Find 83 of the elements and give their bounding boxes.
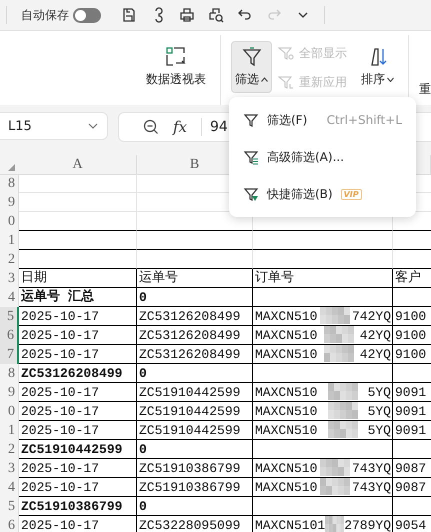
table-cell: 2025-10-17 — [19, 459, 137, 478]
group-total-cell: 0 — [137, 288, 253, 307]
group-total-cell: 0 — [137, 364, 253, 383]
column-title: 日期 — [19, 269, 137, 288]
menu-item[interactable]: 快捷筛选(B) VIP — [229, 176, 416, 212]
row-header[interactable]: 8 — [0, 364, 19, 383]
table-cell: MAXCN510 42YQ — [253, 326, 393, 345]
table-cell: 9091 — [393, 421, 431, 440]
row-header[interactable]: 1 — [0, 231, 19, 250]
group-total-cell: ZC53126208499 — [19, 364, 137, 383]
table-cell: ZC51910442599 — [137, 421, 253, 440]
row-header[interactable]: 6 — [0, 326, 19, 345]
table-cell: 2025-10-17 — [19, 326, 137, 345]
table-cell: 2025-10-17 — [19, 421, 137, 440]
table-cell: MAXCN510 42YQ — [253, 345, 393, 364]
vip-badge: VIP — [340, 188, 362, 200]
name-box[interactable]: L15 — [0, 112, 108, 140]
shortcut-label: Ctrl+Shift+L — [326, 113, 402, 127]
row-header[interactable]: 5 — [0, 307, 19, 326]
menu-item-label: 高级筛选(A)... — [267, 148, 344, 166]
fx-label[interactable]: fx — [173, 118, 188, 136]
table-cell: 9054 — [393, 516, 431, 532]
table-cell: MAXCN510 743YQ — [253, 478, 393, 497]
row-header[interactable]: 4 — [0, 478, 19, 497]
row-header[interactable]: 3 — [0, 459, 19, 478]
group-total-cell: ZC51910442599 — [19, 440, 137, 459]
table-cell: ZC51910442599 — [137, 383, 253, 402]
row-header[interactable]: 5 — [0, 497, 19, 516]
table-cell: ZC51910386799 — [137, 459, 253, 478]
group-total-cell: 0 — [137, 497, 253, 516]
table-cell: MAXCN510 742YQ — [253, 307, 393, 326]
table-cell: 2025-10-17 — [19, 345, 137, 364]
group-total-cell: 运单号 汇总 — [19, 288, 137, 307]
table-cell: 9100 — [393, 345, 431, 364]
row-header[interactable]: 2 — [0, 440, 19, 459]
column-title: 运单号 — [137, 269, 253, 288]
row-header[interactable]: 3 — [0, 269, 19, 288]
group-total-cell: ZC51910386799 — [19, 497, 137, 516]
table-cell: 2025-10-17 — [19, 402, 137, 421]
ribbon-label: 重 — [419, 81, 431, 98]
table-cell: MAXCN5101 2789YQ — [253, 516, 393, 532]
table-cell: MAXCN510 5YQ — [253, 421, 393, 440]
row-header[interactable]: 8 — [0, 174, 19, 193]
group-total-cell: 0 — [137, 440, 253, 459]
filter-button[interactable]: 筛选 — [231, 41, 272, 93]
column-title: 客户 — [393, 269, 431, 288]
sort-button[interactable]: 排序 — [357, 41, 398, 93]
autosave-label: 自动保存 — [21, 6, 69, 24]
column-header[interactable]: A — [19, 155, 137, 175]
table-cell: 9087 — [393, 459, 431, 478]
pivot-table-button[interactable]: 数据透视表 — [142, 41, 210, 93]
table-cell: 9091 — [393, 383, 431, 402]
table-cell: MAXCN510 743YQ — [253, 459, 393, 478]
table-cell: MAXCN510 5YQ — [253, 402, 393, 421]
table-cell: ZC53126208499 — [137, 326, 253, 345]
table-cell: 2025-10-17 — [19, 478, 137, 497]
table-cell: 9100 — [393, 307, 431, 326]
table-cell: 9100 — [393, 326, 431, 345]
menu-item-label: 快捷筛选(B) — [267, 186, 333, 202]
table-cell: 2025-10-17 — [19, 307, 137, 326]
table-cell: ZC53126208499 — [137, 345, 253, 364]
menu-item[interactable]: 筛选(F) Ctrl+Shift+L — [229, 102, 416, 138]
table-cell: ZC51910442599 — [137, 402, 253, 421]
row-header[interactable]: 1 — [0, 421, 19, 440]
table-cell: MAXCN510 5YQ — [253, 383, 393, 402]
formula-value[interactable]: 94 — [201, 118, 228, 136]
row-header[interactable]: 6 — [0, 516, 19, 532]
row-header[interactable]: 0 — [0, 212, 19, 231]
column-title: 订单号 — [253, 269, 393, 288]
row-header[interactable]: 2 — [0, 250, 19, 269]
row-header[interactable]: 9 — [0, 383, 19, 402]
row-header[interactable]: 7 — [0, 345, 19, 364]
table-cell: ZC51910386799 — [137, 478, 253, 497]
table-cell: 2025-10-17 — [19, 383, 137, 402]
row-header[interactable]: 0 — [0, 402, 19, 421]
table-cell: 2025-10-17 — [19, 516, 137, 532]
table-cell: 9087 — [393, 478, 431, 497]
table-cell: ZC53228095099 — [137, 516, 253, 532]
menu-item-label: 筛选(F) — [267, 112, 308, 128]
table-cell: ZC53126208499 — [137, 307, 253, 326]
table-cell: 9091 — [393, 402, 431, 421]
row-header[interactable]: 4 — [0, 288, 19, 307]
row-header[interactable]: 9 — [0, 193, 19, 212]
